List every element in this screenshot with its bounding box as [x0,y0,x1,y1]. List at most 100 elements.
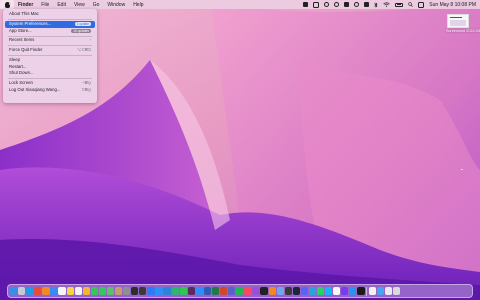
menu-separator [8,35,92,37]
textedit-icon[interactable] [369,287,377,295]
word-icon[interactable] [203,287,212,295]
books-icon[interactable] [268,287,276,295]
update-badge: 10 updates [71,28,91,34]
menu-item-recent-items[interactable]: Recent Items › [5,37,95,44]
creative-cloud-icon[interactable] [322,0,332,9]
menu-separator [8,55,92,56]
chevron-right-icon: › [89,38,91,43]
control-center-icon[interactable] [416,0,427,9]
apple-menu: About This Mac System Preferences... 1 u… [3,9,97,103]
calendar-icon[interactable] [58,287,66,295]
timer-icon[interactable] [332,0,342,9]
terminal-icon[interactable] [131,287,139,295]
menu-separator [8,78,92,80]
teams-icon[interactable] [228,287,236,295]
telegram-icon[interactable] [308,287,317,295]
dock-separator [366,286,368,296]
steam-icon[interactable] [292,287,300,295]
menu-file[interactable]: File [37,0,53,9]
trash-icon[interactable] [393,287,401,295]
firefox-icon[interactable] [42,287,50,295]
script-editor-icon[interactable] [301,0,311,9]
qq-icon[interactable] [325,287,333,295]
keyboard-shortcut: ⌥⇧⌘⎋ [76,48,91,53]
desktop-file-label: Screenshot 2022-05-08 at ... [446,29,480,33]
powerpoint-icon[interactable] [220,287,228,295]
desktop-file[interactable]: Screenshot 2022-05-08 at ... [446,14,480,33]
system-preferences-icon[interactable] [123,287,131,295]
docker-icon[interactable] [349,287,357,295]
menu-separator [8,45,92,46]
wallpaper-highlight [461,169,463,170]
menu-bar-clock[interactable]: Sun May 8 10:08 PM [427,0,480,9]
menu-item-app-store[interactable]: App Store... 10 updates [5,28,95,35]
tv-icon[interactable] [260,287,268,295]
desktop: Finder File Edit View Go Window Help Sun… [0,0,480,300]
keyboard-shortcut: ^⌘Q [82,81,91,86]
menu-edit[interactable]: Edit [53,0,70,9]
search-icon[interactable] [406,0,416,9]
obsidian-icon[interactable] [341,287,349,295]
discord-icon[interactable] [300,287,308,295]
messages-icon[interactable] [98,287,107,295]
menu-item-system-preferences[interactable]: System Preferences... 1 update [5,20,95,28]
screenshot-file-icon [447,14,469,28]
chrome-icon[interactable] [34,287,42,295]
preview-icon[interactable] [276,287,284,295]
spotify-icon[interactable] [236,287,244,295]
mail-icon[interactable] [50,287,58,295]
safari-icon[interactable] [26,287,34,295]
slack-icon[interactable] [187,287,195,295]
menu-window[interactable]: Window [103,0,129,9]
menu-item-log-out[interactable]: Log Out Xiaoqiang Wang... ⇧⌘Q [5,87,95,94]
wifi-icon[interactable] [381,0,393,9]
app-store-icon[interactable] [147,287,155,295]
contacts-icon[interactable] [115,287,123,295]
calculator-icon[interactable] [284,287,292,295]
excel-icon[interactable] [211,287,220,295]
dock [7,284,473,298]
reminders-icon[interactable] [74,287,82,295]
menu-item-shut-down[interactable]: Shut Down... [5,70,95,77]
menu-item-sleep[interactable]: Sleep [5,57,95,64]
menu-help[interactable]: Help [129,0,147,9]
finder-icon[interactable] [10,287,18,295]
activity-monitor-icon[interactable] [139,287,147,295]
menu-item-lock-screen[interactable]: Lock Screen ^⌘Q [5,80,95,87]
status-area: Sun May 8 10:08 PM [301,0,480,9]
battery-icon[interactable] [393,0,406,9]
pycharm-icon[interactable] [171,287,179,295]
update-badge: 1 update [74,21,91,27]
bluetooth-icon[interactable] [372,0,381,9]
whatsapp-icon[interactable] [316,287,325,295]
menu-item-force-quit[interactable]: Force Quit Finder ⌥⇧⌘⎋ [5,47,95,54]
screen-record-icon[interactable] [342,0,352,9]
podcasts-icon[interactable] [252,287,260,295]
notes-icon[interactable] [66,287,74,295]
menu-item-restart[interactable]: Restart... [5,64,95,71]
launchpad-icon[interactable] [18,287,26,295]
iterm-icon[interactable] [357,287,365,295]
photos-icon[interactable] [82,287,90,295]
menu-separator [8,18,92,20]
zoom-icon[interactable] [195,287,203,295]
downloads-folder-icon[interactable] [377,287,385,295]
facetime-icon[interactable] [90,287,98,295]
grid-icon[interactable] [362,0,372,9]
menu-go[interactable]: Go [89,0,104,9]
menu-bar: Finder File Edit View Go Window Help Sun… [0,0,480,9]
apple-menu-button[interactable] [0,0,14,9]
screenshot-stack-icon[interactable] [385,287,393,295]
notes-icon[interactable] [311,0,322,9]
menu-view[interactable]: View [70,0,89,9]
headphones-icon[interactable] [352,0,362,9]
xcode-icon[interactable] [155,287,163,295]
menu-finder[interactable]: Finder [14,0,37,9]
music-icon[interactable] [244,287,252,295]
menu-item-about[interactable]: About This Mac [5,11,95,18]
vscode-icon[interactable] [163,287,171,295]
notion-icon[interactable] [333,287,341,295]
keyboard-shortcut: ⇧⌘Q [81,88,91,93]
maps-icon[interactable] [106,287,115,295]
wechat-icon[interactable] [179,287,187,295]
